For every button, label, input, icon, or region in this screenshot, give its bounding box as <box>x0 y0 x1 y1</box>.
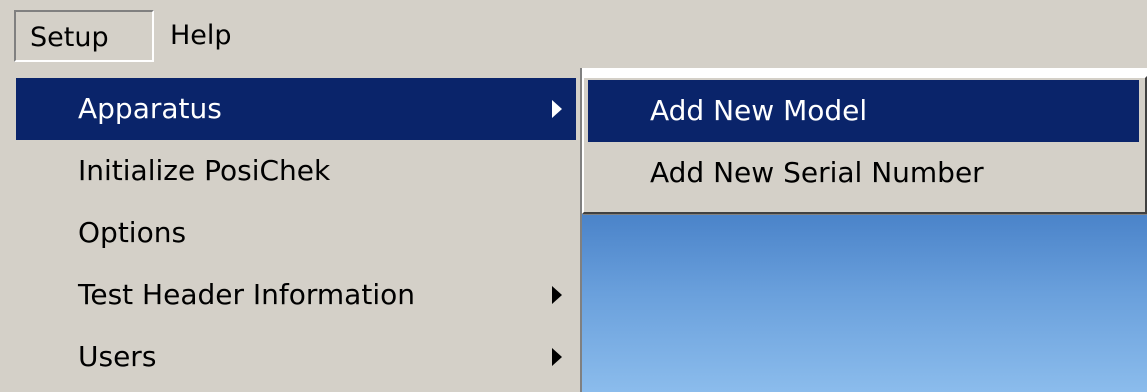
submenu-item-add-new-model-label: Add New Model <box>650 94 868 127</box>
submenu-arrow-icon <box>552 100 562 118</box>
menu-item-test-header-information-label: Test Header Information <box>78 278 415 311</box>
menu-item-apparatus-label: Apparatus <box>78 92 222 125</box>
menu-item-users-label: Users <box>78 340 157 373</box>
menu-item-test-header-information[interactable]: Test Header Information <box>16 264 576 326</box>
apparatus-submenu: Add New Model Add New Serial Number <box>582 76 1147 214</box>
submenu-item-add-new-serial-number-label: Add New Serial Number <box>650 156 984 189</box>
menu-item-initialize-posichek[interactable]: Initialize PosiChek <box>16 140 576 202</box>
submenu-item-add-new-serial-number[interactable]: Add New Serial Number <box>588 142 1139 204</box>
desktop-background <box>582 214 1147 392</box>
submenu-item-add-new-model[interactable]: Add New Model <box>588 80 1139 142</box>
menu-help[interactable]: Help <box>158 10 258 62</box>
menu-item-initialize-posichek-label: Initialize PosiChek <box>78 154 331 187</box>
menu-item-options-label: Options <box>78 216 187 249</box>
menu-item-options[interactable]: Options <box>16 202 576 264</box>
menu-item-users[interactable]: Users <box>16 326 576 388</box>
submenu-arrow-icon <box>552 348 562 366</box>
setup-dropdown-menu: Apparatus Initialize PosiChek Options Te… <box>0 68 582 392</box>
menu-item-apparatus[interactable]: Apparatus <box>16 78 576 140</box>
submenu-arrow-icon <box>552 286 562 304</box>
menu-bar: Setup Help <box>0 0 1147 68</box>
menu-setup[interactable]: Setup <box>14 10 154 62</box>
